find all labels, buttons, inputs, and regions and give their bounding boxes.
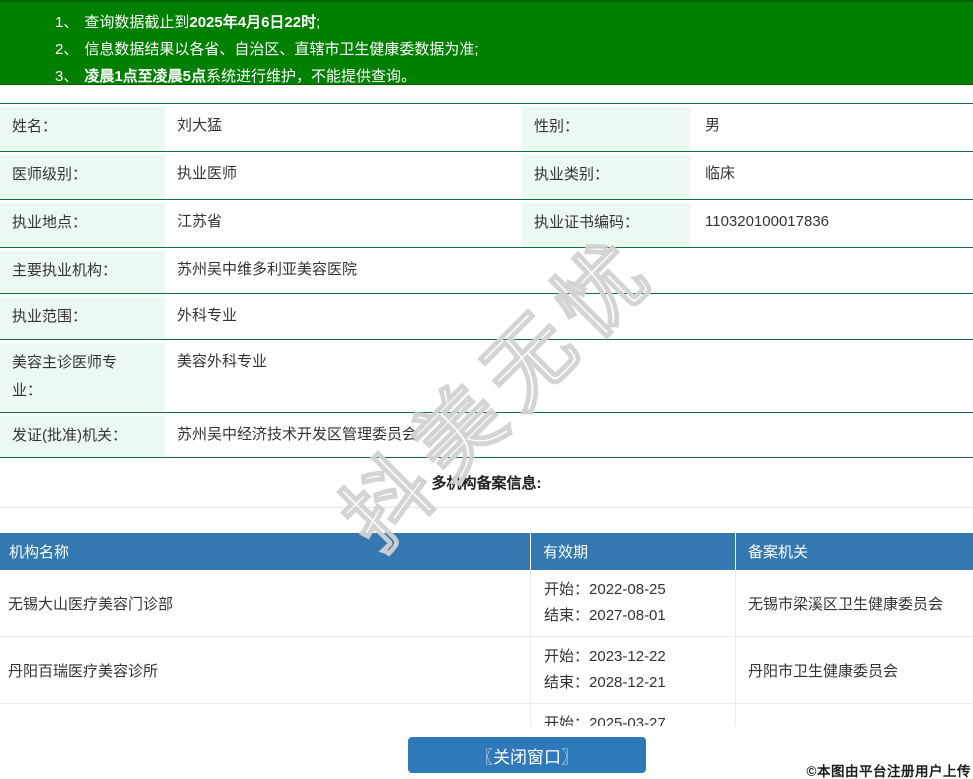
- notice-text: 查询数据截止到: [84, 14, 190, 31]
- notice-number: 1、: [55, 14, 79, 31]
- end-date: 2027-08-01: [589, 607, 666, 624]
- record-authority: 无锡市梁溪区卫生健康委员会: [735, 570, 973, 636]
- table-row: 执业范围： 外科专业: [0, 294, 973, 340]
- record-authority: [735, 704, 973, 726]
- field-label-name: 姓名：: [0, 104, 165, 151]
- column-header-authority: 备案机关: [735, 533, 973, 570]
- field-value-certificate-no: 110320100017836: [705, 213, 830, 230]
- table-row: 发证(批准)机关： 苏州吴中经济技术开发区管理委员会: [0, 413, 973, 458]
- field-label-cosmetic-specialty: 美容主诊医师专业：: [0, 340, 165, 412]
- field-label-practice-location: 执业地点：: [0, 200, 165, 247]
- notice-number: 3、: [55, 68, 79, 85]
- notice-line: 1、 查询数据截止到2025年4月6日22时;: [55, 9, 973, 36]
- table-row: 姓名： 刘大猛 性别： 男: [0, 104, 973, 152]
- table-row: 开始：2025-03-27: [0, 704, 973, 726]
- start-label: 开始：: [544, 648, 590, 665]
- start-label: 开始：: [544, 715, 590, 726]
- field-label-main-institution: 主要执业机构：: [0, 248, 165, 293]
- end-label: 结束：: [544, 607, 590, 624]
- close-window-button[interactable]: 〖关闭窗口〗: [408, 737, 646, 773]
- records-table: 机构名称 有效期 备案机关 无锡大山医疗美容门诊部 开始：2022-08-25 …: [0, 533, 973, 726]
- doctor-profile-table: 姓名： 刘大猛 性别： 男 医师级别： 执业医师 执业类别： 临床 执业地点： …: [0, 103, 973, 458]
- record-institution-name: 无锡大山医疗美容门诊部: [8, 595, 174, 613]
- record-institution-name: 丹阳百瑞医疗美容诊所: [8, 662, 159, 680]
- multi-institution-section-title: 多机构备案信息:: [0, 457, 973, 508]
- start-date: 2023-12-22: [589, 648, 666, 665]
- start-label: 开始：: [544, 581, 590, 598]
- field-value-practice-category: 临床: [705, 165, 736, 182]
- notice-text: 系统进行维护，不能提供查询。: [206, 68, 417, 85]
- field-label-practice-category: 执业类别：: [522, 152, 690, 199]
- record-validity: 开始：2025-03-27: [530, 704, 735, 726]
- table-row: 执业地点： 江苏省 执业证书编码： 110320100017836: [0, 200, 973, 248]
- field-value-cosmetic-specialty: 美容外科专业: [177, 353, 268, 370]
- field-label-issuing-authority: 发证(批准)机关：: [0, 413, 165, 457]
- table-row: 丹阳百瑞医疗美容诊所 开始：2023-12-22 结束：2028-12-21 丹…: [0, 637, 973, 704]
- table-row: 美容主诊医师专业： 美容外科专业: [0, 340, 973, 413]
- table-row: 医师级别： 执业医师 执业类别： 临床: [0, 152, 973, 200]
- notice-text: ;: [316, 14, 321, 31]
- upload-stamp: ©本图由平台注册用户上传: [806, 764, 971, 779]
- record-validity: 开始：2023-12-22 结束：2028-12-21: [530, 637, 735, 703]
- end-label: 结束：: [544, 674, 590, 691]
- field-value-doctor-level: 执业医师: [177, 165, 238, 182]
- field-label-gender: 性别：: [522, 104, 690, 151]
- field-value-main-institution: 苏州吴中维多利亚美容医院: [177, 261, 358, 278]
- notice-line: 3、 凌晨1点至凌晨5点系统进行维护，不能提供查询。: [55, 63, 973, 90]
- end-date: 2028-12-21: [589, 674, 666, 691]
- notice-text-bold: 2025年4月6日22时: [189, 14, 317, 31]
- field-label-certificate-no: 执业证书编码：: [522, 200, 690, 247]
- notice-text: 信息数据结果以各省、自治区、直辖市卫生健康委数据为准;: [84, 41, 479, 58]
- field-value-practice-location: 江苏省: [177, 213, 223, 230]
- start-date: 2022-08-25: [589, 581, 666, 598]
- field-value-name: 刘大猛: [177, 117, 223, 134]
- notice-banner: 1、 查询数据截止到2025年4月6日22时; 2、 信息数据结果以各省、自治区、直…: [0, 0, 973, 85]
- validity-start: 开始：2023-12-22: [544, 644, 735, 670]
- notice-number: 2、: [55, 41, 79, 58]
- table-row: 主要执业机构： 苏州吴中维多利亚美容医院: [0, 248, 973, 294]
- column-header-validity: 有效期: [530, 533, 735, 570]
- field-value-practice-scope: 外科专业: [177, 307, 238, 324]
- validity-end: 结束：2028-12-21: [544, 670, 735, 696]
- record-institution-name: [0, 704, 530, 726]
- start-date: 2025-03-27: [589, 715, 666, 726]
- record-validity: 开始：2022-08-25 结束：2027-08-01: [530, 570, 735, 636]
- notice-line: 2、 信息数据结果以各省、自治区、直辖市卫生健康委数据为准;: [55, 36, 973, 63]
- records-table-header: 机构名称 有效期 备案机关: [0, 533, 973, 570]
- query-result-page: 1、 查询数据截止到2025年4月6日22时; 2、 信息数据结果以各省、自治区、直…: [0, 0, 973, 779]
- column-header-institution: 机构名称: [9, 544, 70, 561]
- validity-start: 开始：2025-03-27: [544, 711, 735, 726]
- record-authority: 丹阳市卫生健康委员会: [735, 637, 973, 703]
- field-value-issuing-authority: 苏州吴中经济技术开发区管理委员会: [177, 426, 418, 443]
- validity-start: 开始：2022-08-25: [544, 577, 735, 603]
- field-label-doctor-level: 医师级别：: [0, 152, 165, 199]
- field-value-gender: 男: [705, 117, 721, 134]
- table-row: 无锡大山医疗美容门诊部 开始：2022-08-25 结束：2027-08-01 …: [0, 570, 973, 637]
- validity-end: 结束：2027-08-01: [544, 603, 735, 629]
- notice-text-bold: 凌晨1点至凌晨5点: [84, 68, 207, 85]
- field-label-practice-scope: 执业范围：: [0, 294, 165, 339]
